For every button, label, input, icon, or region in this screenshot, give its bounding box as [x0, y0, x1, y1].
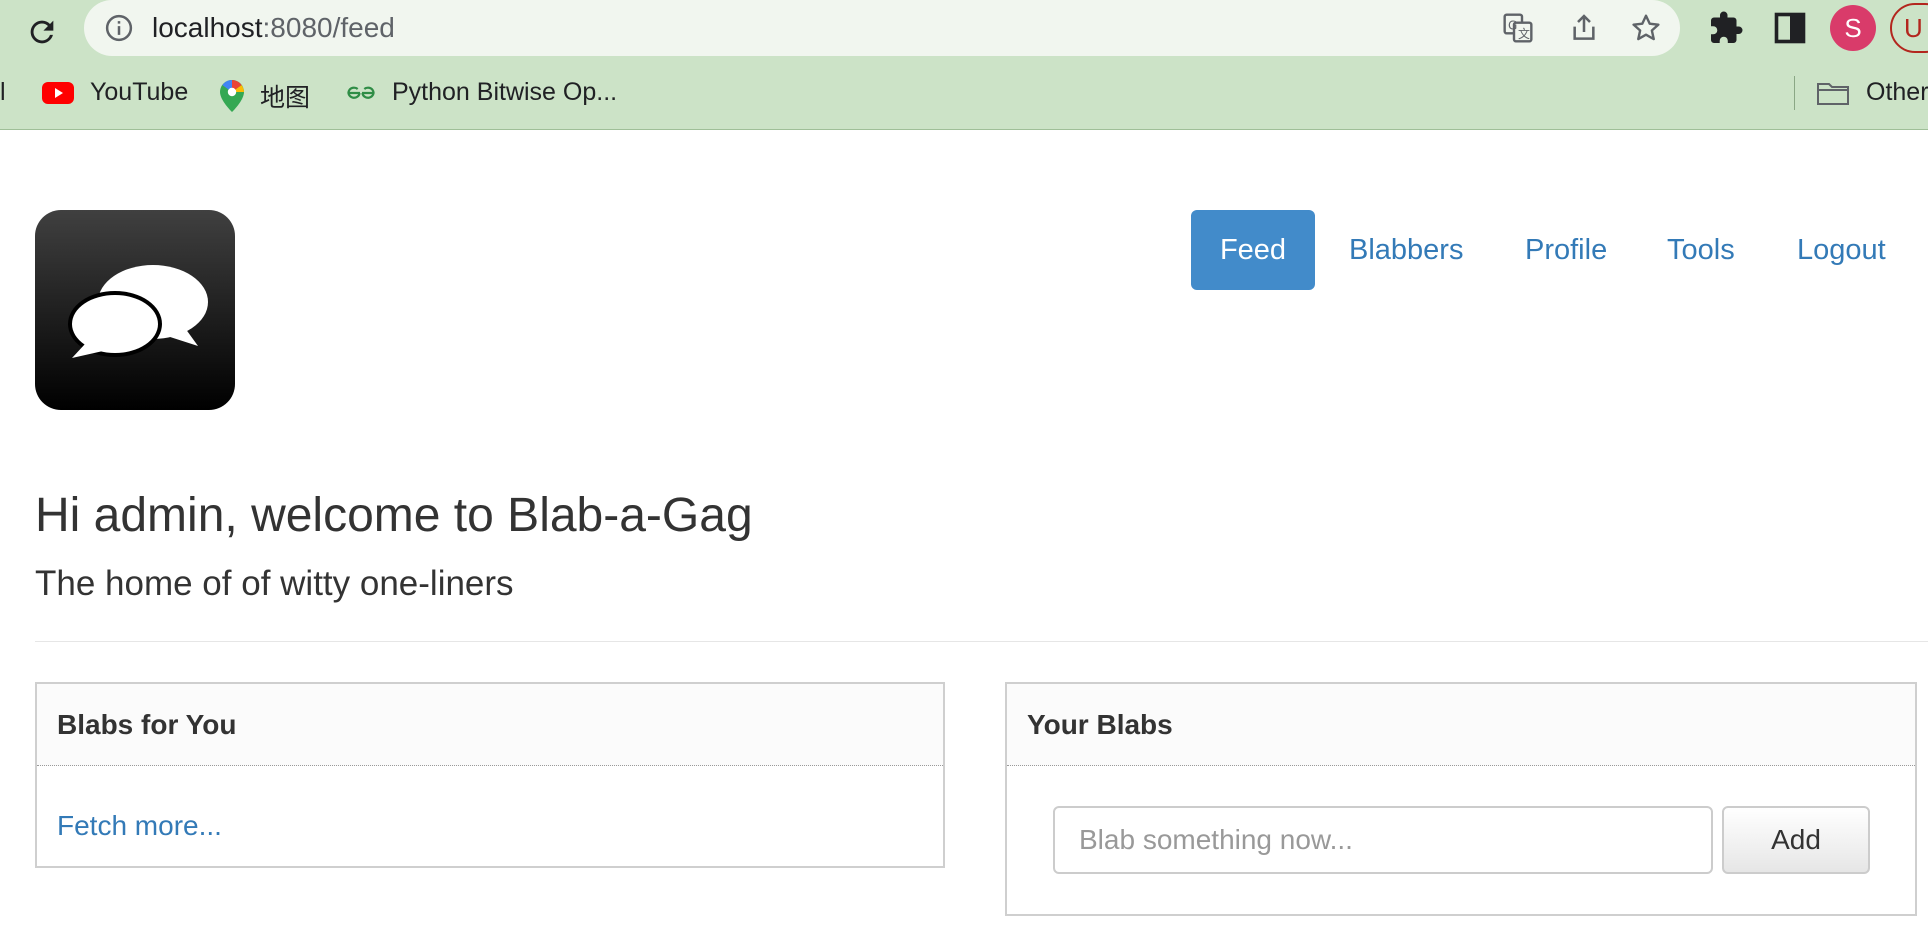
- side-panel-icon[interactable]: [1772, 10, 1808, 46]
- panel-title: Blabs for You: [37, 684, 943, 766]
- nav-blabbers[interactable]: Blabbers: [1349, 210, 1463, 290]
- extensions-icon[interactable]: [1708, 10, 1744, 46]
- fetch-more-link[interactable]: Fetch more...: [57, 810, 222, 842]
- browser-toolbar: localhost:8080/feed G文 S U l YouTube 地图 …: [0, 0, 1928, 130]
- url-text: localhost:8080/feed: [152, 12, 395, 43]
- speech-bubbles-icon: [68, 265, 208, 358]
- your-blabs-panel: Your Blabs Add: [1005, 682, 1917, 916]
- svg-text:G: G: [1508, 18, 1517, 32]
- nav-logout[interactable]: Logout: [1797, 210, 1886, 290]
- welcome-heading: Hi admin, welcome to Blab-a-Gag: [35, 489, 753, 542]
- profile-avatar[interactable]: S: [1830, 5, 1876, 51]
- bookmark-star-icon[interactable]: [1630, 12, 1662, 44]
- share-icon[interactable]: [1568, 12, 1600, 44]
- bookmarks-bar: l YouTube 地图 Python Bitwise Op... Other: [0, 68, 1928, 116]
- app-logo: [35, 210, 235, 410]
- tagline: The home of of witty one-liners: [35, 564, 514, 603]
- bookmark-other-folder[interactable]: Other: [1816, 78, 1928, 107]
- nav-feed[interactable]: Feed: [1191, 210, 1315, 290]
- nav-profile[interactable]: Profile: [1525, 210, 1607, 290]
- svg-text:文: 文: [1518, 26, 1530, 41]
- site-info-icon[interactable]: [104, 13, 134, 43]
- address-bar[interactable]: localhost:8080/feed G文: [84, 0, 1680, 56]
- nav-tools[interactable]: Tools: [1667, 210, 1735, 290]
- update-avatar-partial[interactable]: U: [1890, 3, 1928, 53]
- bookmark-maps[interactable]: 地图: [220, 78, 310, 114]
- divider: [35, 641, 1928, 642]
- bookmark-truncated[interactable]: l: [0, 78, 6, 107]
- folder-icon: [1816, 80, 1850, 106]
- geeksforgeeks-icon: [346, 83, 376, 103]
- google-maps-icon: [220, 80, 244, 112]
- bookmarks-separator: [1794, 76, 1795, 110]
- translate-icon[interactable]: G文: [1502, 12, 1534, 44]
- blab-input[interactable]: [1053, 806, 1713, 874]
- bookmark-youtube[interactable]: YouTube: [42, 78, 188, 107]
- youtube-icon: [42, 81, 74, 105]
- add-blab-button[interactable]: Add: [1722, 806, 1870, 874]
- blabs-for-you-panel: Blabs for You Fetch more...: [35, 682, 945, 868]
- bookmark-python-bitwise[interactable]: Python Bitwise Op...: [346, 78, 617, 107]
- panel-title: Your Blabs: [1007, 684, 1915, 766]
- reload-icon[interactable]: [18, 8, 66, 56]
